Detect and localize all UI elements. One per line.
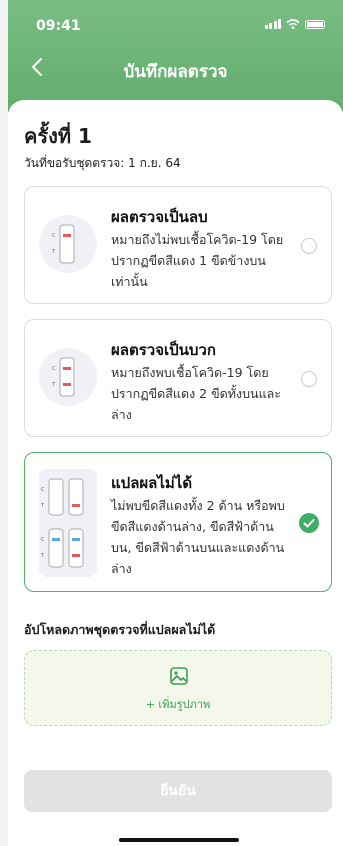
svg-text:C: C — [41, 487, 45, 493]
checkmark-icon[interactable] — [299, 513, 319, 533]
upload-label: อัปโหลดภาพชุดตรวจที่แปลผลไม่ได้ — [24, 622, 216, 637]
signal-icon — [264, 19, 281, 29]
status-bar: 09:41 — [36, 18, 325, 34]
confirm-button[interactable]: ยืนยัน — [24, 770, 332, 812]
svg-text:C: C — [52, 233, 56, 239]
svg-text:T: T — [40, 553, 45, 559]
screen: 09:41 บันทึกผลตรวจ ครั้งที่ 1 วันที่ขอรั… — [8, 0, 343, 846]
add-image-button[interactable]: + เพิ่มรูปภาพ — [25, 695, 331, 713]
svg-text:C: C — [41, 537, 45, 543]
home-indicator — [119, 838, 239, 842]
option-positive[interactable]: C T ผลตรวจเป็นบวก หมายถึงพบเชื้อโควิด-19… — [24, 319, 332, 437]
svg-text:C: C — [52, 366, 56, 372]
option-desc: หมายถึงไม่พบเชื้อโควิด-19 โดยปรากฏขีดสีแ… — [111, 232, 284, 289]
page-title: บันทึกผลตรวจ — [123, 62, 228, 82]
header: 09:41 บันทึกผลตรวจ — [8, 0, 343, 112]
section-heading: ครั้งที่ 1 — [24, 124, 92, 148]
option-title: ผลตรวจเป็นบวก — [111, 341, 216, 359]
option-invalid[interactable]: C T C T แปลผลไม่ได้ ไม่พบขีดสีแดงทั้ง 2 … — [24, 452, 332, 592]
radio-button[interactable] — [301, 371, 317, 387]
option-title: แปลผลไม่ได้ — [111, 474, 193, 492]
test-strip-invalid-icon: C T C T — [39, 469, 97, 577]
option-negative[interactable]: C T ผลตรวจเป็นลบ หมายถึงไม่พบเชื้อโควิด-… — [24, 186, 332, 304]
status-time: 09:41 — [36, 18, 81, 34]
wifi-icon — [286, 19, 300, 29]
svg-text:T: T — [51, 249, 56, 255]
test-strip-positive-icon: C T — [39, 348, 97, 406]
test-strip-negative-icon: C T — [39, 215, 97, 273]
status-icons — [264, 19, 325, 29]
kit-date: วันที่ขอรับชุดตรวจ: 1 ก.ย. 64 — [24, 156, 181, 170]
svg-text:T: T — [51, 382, 56, 388]
battery-icon — [305, 19, 325, 29]
radio-button[interactable] — [301, 238, 317, 254]
option-desc: หมายถึงพบเชื้อโควิด-19 โดยปรากฏขีดสีแดง … — [111, 365, 282, 422]
option-title: ผลตรวจเป็นลบ — [111, 208, 208, 226]
footer: ยืนยัน — [8, 758, 343, 846]
content-panel: ครั้งที่ 1 วันที่ขอรับชุดตรวจ: 1 ก.ย. 64… — [8, 100, 343, 760]
option-desc: ไม่พบขีดสีแดงทั้ง 2 ด้าน หรือพบ ขีดสีแดง… — [111, 498, 285, 576]
image-icon — [170, 667, 188, 685]
svg-text:T: T — [40, 503, 45, 509]
upload-image-area[interactable]: + เพิ่มรูปภาพ — [24, 650, 332, 726]
